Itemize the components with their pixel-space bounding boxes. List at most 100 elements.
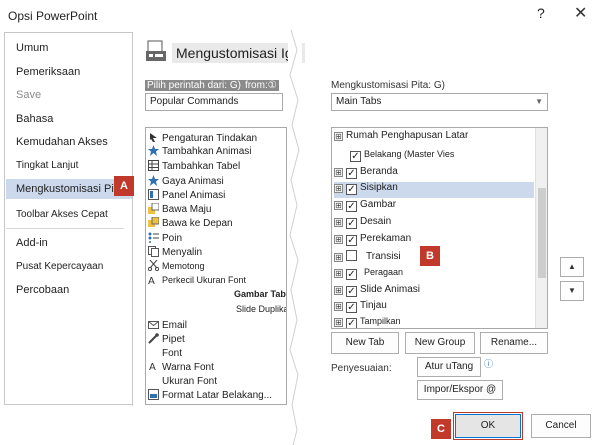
format-bg-icon bbox=[148, 389, 159, 400]
new-tab-button[interactable]: New Tab bbox=[331, 332, 399, 354]
list-item[interactable]: Menyalin bbox=[148, 246, 202, 258]
choose-commands-dropdown[interactable]: Popular Commands bbox=[145, 93, 283, 111]
expand-icon[interactable]: ⊞ bbox=[334, 302, 343, 311]
tree-row[interactable]: ⊞ ✓ Slide Animasi bbox=[334, 284, 420, 300]
move-up-button[interactable]: ▲ bbox=[560, 257, 584, 277]
list-item[interactable]: Memotong bbox=[147, 259, 205, 272]
window-title: Opsi PowerPoint bbox=[8, 9, 98, 23]
list-item[interactable]: Slide Duplikat bbox=[236, 304, 286, 314]
tree-scrollbar[interactable] bbox=[535, 128, 547, 328]
tree-row[interactable]: ⊞ ✓ Peragaan bbox=[334, 267, 403, 283]
tree-row[interactable]: ⊞ ✓ Desain bbox=[334, 216, 391, 232]
list-item[interactable]: Pipet bbox=[148, 333, 185, 345]
star-icon bbox=[148, 175, 159, 186]
list-item[interactable]: Bawa ke Depan bbox=[148, 216, 233, 229]
svg-text:A: A bbox=[149, 362, 156, 372]
title-bar: Opsi PowerPoint ? ✕ bbox=[0, 0, 598, 30]
bullets-icon bbox=[148, 232, 159, 243]
nav-item-trust-center[interactable]: Pusat Kepercayaan bbox=[16, 261, 103, 272]
expand-icon[interactable]: ⊞ bbox=[334, 132, 343, 141]
list-item[interactable]: Gambar Tabel bbox=[234, 289, 286, 299]
list-item[interactable]: Format Latar Belakang... bbox=[148, 389, 272, 401]
nav-separator bbox=[6, 228, 124, 229]
list-item[interactable]: Panel Animasi bbox=[148, 189, 225, 201]
svg-text:A: A bbox=[148, 276, 155, 285]
commands-list[interactable]: Pengaturan Tindakan Tambahkan Animasi Ta… bbox=[145, 127, 287, 405]
expand-icon[interactable]: ⊞ bbox=[334, 184, 343, 193]
list-item[interactable]: Bawa Maju bbox=[148, 202, 211, 215]
list-item[interactable]: Pengaturan Tindakan bbox=[148, 132, 257, 144]
customize-ribbon-dropdown[interactable]: Main Tabs ▼ bbox=[331, 93, 548, 111]
tree-row[interactable]: ⊞ ✓ Gambar bbox=[334, 199, 396, 215]
customizations-label: Penyesuaian: bbox=[331, 363, 392, 374]
nav-item-quick-access-toolbar[interactable]: Toolbar Akses Cepat bbox=[16, 209, 108, 220]
checkbox[interactable]: ✓ bbox=[346, 235, 357, 246]
star-icon bbox=[148, 145, 159, 156]
rename-button[interactable]: Rename... bbox=[480, 332, 548, 354]
expand-icon[interactable]: ⊞ bbox=[334, 218, 343, 227]
nav-border-bottom bbox=[4, 404, 133, 405]
nav-item-advanced[interactable]: Tingkat Lanjut bbox=[16, 160, 78, 171]
list-item[interactable]: A Perkecil Ukuran Font bbox=[148, 274, 246, 287]
callout-a: A bbox=[114, 176, 134, 196]
ribbon-tabs-tree[interactable]: ⊞ Rumah Penghapusan Latar ✓ Belakang (Mast… bbox=[331, 127, 548, 329]
reset-button[interactable]: Atur uTang bbox=[417, 357, 481, 377]
close-button[interactable]: ✕ bbox=[574, 3, 587, 23]
import-export-button[interactable]: Impor/Ekspor @ bbox=[417, 380, 503, 400]
tree-row[interactable]: ⊞ ✓ Beranda bbox=[334, 166, 398, 182]
eyedropper-icon bbox=[148, 333, 159, 344]
scroll-thumb[interactable] bbox=[538, 188, 546, 278]
new-group-button[interactable]: New Group bbox=[405, 332, 475, 354]
nav-item-language[interactable]: Bahasa bbox=[16, 113, 53, 125]
checkbox[interactable]: ✓ bbox=[350, 151, 361, 162]
list-item[interactable]: Tambahkan Animasi bbox=[148, 145, 252, 157]
list-item[interactable]: Gaya Animasi bbox=[148, 175, 224, 187]
checkbox[interactable]: ✓ bbox=[346, 302, 357, 313]
checkbox[interactable]: ✓ bbox=[346, 286, 357, 297]
list-item[interactable]: Poin bbox=[148, 232, 182, 244]
nav-item-general[interactable]: Umum bbox=[16, 42, 48, 54]
move-down-button[interactable]: ▼ bbox=[560, 281, 584, 301]
expand-icon[interactable]: ⊞ bbox=[334, 286, 343, 295]
list-item[interactable]: Font bbox=[148, 347, 182, 359]
font-color-icon: A bbox=[148, 361, 159, 373]
tree-row[interactable]: ✓ Belakang (Master Vies bbox=[350, 149, 454, 165]
ok-button[interactable]: OK bbox=[453, 412, 523, 440]
cancel-button[interactable]: Cancel bbox=[531, 414, 591, 438]
checkbox[interactable] bbox=[346, 250, 357, 261]
font-decrease-icon: A bbox=[148, 274, 159, 287]
expand-icon[interactable]: ⊞ bbox=[334, 253, 343, 262]
bring-forward-icon bbox=[148, 202, 160, 214]
copy-icon bbox=[148, 246, 159, 257]
checkbox[interactable]: ✓ bbox=[346, 168, 357, 179]
expand-icon[interactable]: ⊞ bbox=[334, 269, 343, 278]
tree-row[interactable]: ⊞ ✓ Tinjau bbox=[334, 300, 387, 316]
tree-row[interactable]: ⊞ ✓ Tampilkan bbox=[334, 316, 401, 328]
choose-commands-label: Pilih perintah dari: G) from:① bbox=[145, 80, 279, 91]
checkbox[interactable]: ✓ bbox=[346, 201, 357, 212]
tree-row[interactable]: ⊞ Transisi bbox=[334, 250, 401, 266]
nav-item-trials[interactable]: Percobaan bbox=[16, 284, 69, 296]
expand-icon[interactable]: ⊞ bbox=[334, 168, 343, 177]
list-item[interactable]: A Warna Font bbox=[148, 361, 214, 373]
expand-icon[interactable]: ⊞ bbox=[334, 201, 343, 210]
help-button[interactable]: ? bbox=[537, 5, 545, 21]
nav-item-save[interactable]: Save bbox=[16, 89, 41, 101]
checkbox[interactable]: ✓ bbox=[346, 184, 357, 195]
checkbox[interactable]: ✓ bbox=[346, 318, 357, 328]
list-item[interactable]: Email bbox=[148, 319, 187, 331]
tree-row[interactable]: ⊞ ✓ Sisipkan bbox=[334, 182, 534, 198]
tree-row[interactable]: ⊞ ✓ Perekaman bbox=[334, 233, 411, 249]
checkbox[interactable]: ✓ bbox=[346, 269, 357, 280]
tree-row[interactable]: ⊞ Rumah Penghapusan Latar bbox=[334, 130, 468, 146]
nav-item-proofing[interactable]: Pemeriksaan bbox=[16, 66, 80, 78]
nav-item-accessibility[interactable]: Kemudahan Akses bbox=[16, 136, 108, 148]
expand-icon[interactable]: ⊞ bbox=[334, 318, 343, 327]
nav-item-addins[interactable]: Add-in bbox=[16, 237, 48, 249]
expand-icon[interactable]: ⊞ bbox=[334, 235, 343, 244]
list-item[interactable]: Ukuran Font bbox=[148, 375, 217, 387]
ribbon-customize-icon bbox=[145, 40, 167, 64]
info-icon: ⓘ bbox=[484, 359, 494, 369]
checkbox[interactable]: ✓ bbox=[346, 218, 357, 229]
list-item[interactable]: Tambahkan Tabel bbox=[148, 160, 240, 172]
